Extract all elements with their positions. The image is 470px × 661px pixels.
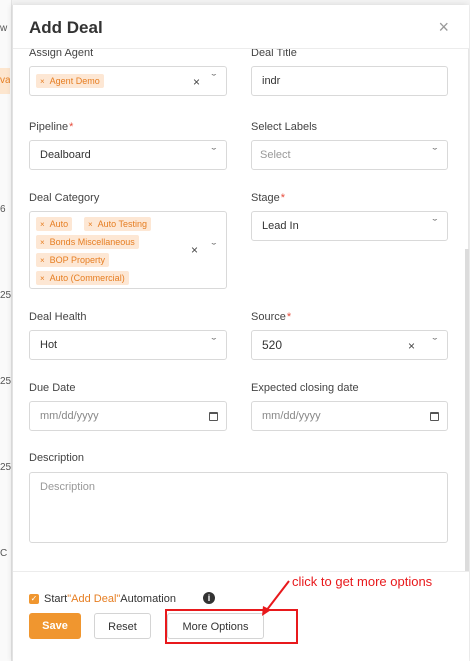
required-marker: * bbox=[286, 311, 292, 323]
remove-tag-icon[interactable]: × bbox=[40, 274, 45, 283]
background-list-strip: w va 6 25 25 25 C bbox=[0, 0, 12, 661]
remove-tag-icon[interactable]: × bbox=[40, 220, 45, 229]
select-labels-placeholder: Select bbox=[260, 149, 291, 161]
automation-highlight: "Add Deal" bbox=[67, 593, 121, 605]
annotation-text: click to get more options bbox=[292, 574, 433, 589]
assign-agent-select[interactable]: × Agent Demo × ˇ bbox=[29, 66, 227, 96]
start-automation-label: Start"Add Deal"Automation bbox=[44, 593, 176, 605]
tag-label: Auto (Commercial) bbox=[49, 273, 125, 283]
automation-suffix: Automation bbox=[120, 593, 176, 605]
pipeline-select[interactable]: Dealboard ˇ bbox=[29, 140, 227, 170]
deal-health-label: Deal Health bbox=[29, 311, 87, 323]
stage-label: Stage* bbox=[251, 192, 285, 204]
required-marker: * bbox=[69, 121, 74, 133]
deal-title-value: indr bbox=[262, 75, 281, 87]
expected-closing-date-placeholder: mm/dd/yyyy bbox=[262, 410, 321, 422]
due-date-label: Due Date bbox=[29, 382, 76, 394]
background-status-fragment: va bbox=[0, 68, 10, 94]
description-label: Description bbox=[29, 452, 85, 464]
modal-header: Add Deal × bbox=[13, 5, 469, 49]
remove-tag-icon[interactable]: × bbox=[40, 238, 45, 247]
clear-icon[interactable]: × bbox=[193, 75, 200, 89]
close-icon[interactable]: × bbox=[438, 18, 449, 36]
description-textarea[interactable]: Description bbox=[29, 472, 448, 543]
start-automation-checkbox[interactable]: ✓ bbox=[29, 594, 39, 604]
tag-bonds-miscellaneous[interactable]: × Bonds Miscellaneous bbox=[36, 235, 139, 249]
stage-select[interactable]: Lead In ˇ bbox=[251, 211, 448, 241]
expected-closing-date-label: Expected closing date bbox=[251, 382, 359, 394]
remove-tag-icon[interactable]: × bbox=[40, 256, 45, 265]
remove-tag-icon[interactable]: × bbox=[88, 220, 93, 229]
source-label-text: Source bbox=[251, 311, 286, 323]
deal-category-label: Deal Category bbox=[29, 192, 100, 204]
expected-closing-date-input[interactable]: mm/dd/yyyy bbox=[251, 401, 448, 431]
pipeline-label: Pipeline* bbox=[29, 121, 73, 133]
due-date-placeholder: mm/dd/yyyy bbox=[40, 410, 99, 422]
chevron-down-icon[interactable]: ˇ bbox=[212, 73, 217, 85]
assign-agent-label: Assign Agent bbox=[29, 49, 94, 59]
background-text-fragment: 25 bbox=[0, 376, 12, 387]
clear-icon[interactable]: × bbox=[191, 243, 198, 257]
due-date-input[interactable]: mm/dd/yyyy bbox=[29, 401, 227, 431]
calendar-icon[interactable] bbox=[430, 412, 439, 421]
description-placeholder: Description bbox=[40, 481, 96, 493]
chevron-down-icon[interactable]: ˇ bbox=[212, 147, 217, 159]
chevron-down-icon[interactable]: ˇ bbox=[433, 147, 438, 159]
select-labels-select[interactable]: Select ˇ bbox=[251, 140, 448, 170]
source-label: Source* bbox=[251, 311, 291, 323]
modal-body[interactable]: Assign Agent × Agent Demo × ˇ Deal Title … bbox=[13, 49, 469, 571]
background-text-fragment: 25 bbox=[0, 290, 12, 301]
add-deal-modal: Add Deal × Assign Agent × Agent Demo × ˇ … bbox=[12, 5, 469, 661]
remove-tag-icon[interactable]: × bbox=[40, 77, 45, 86]
tag-agent-demo[interactable]: × Agent Demo bbox=[36, 74, 104, 88]
reset-button[interactable]: Reset bbox=[94, 613, 151, 639]
more-options-button[interactable]: More Options bbox=[167, 613, 264, 639]
pipeline-value: Dealboard bbox=[40, 149, 91, 161]
source-select[interactable]: 520 × ˇ bbox=[251, 330, 448, 360]
deal-health-select[interactable]: Hot ˇ bbox=[29, 330, 227, 360]
tag-bop-property[interactable]: × BOP Property bbox=[36, 253, 110, 267]
source-value: 520 bbox=[262, 338, 283, 352]
clear-icon[interactable]: × bbox=[408, 339, 415, 353]
stage-value: Lead In bbox=[262, 220, 299, 232]
required-marker: * bbox=[280, 192, 286, 204]
background-text-fragment: 6 bbox=[0, 204, 6, 215]
pipeline-label-text: Pipeline bbox=[29, 121, 69, 133]
select-labels-label: Select Labels bbox=[251, 121, 318, 133]
chevron-down-icon[interactable]: ˇ bbox=[212, 242, 217, 254]
background-text-fragment: 25 bbox=[0, 462, 12, 473]
tag-label: Bonds Miscellaneous bbox=[49, 237, 135, 247]
deal-title-input[interactable]: indr bbox=[251, 66, 448, 96]
calendar-icon[interactable] bbox=[209, 412, 218, 421]
deal-title-label: Deal Title bbox=[251, 49, 297, 59]
background-text-fragment: C bbox=[0, 548, 8, 559]
scrollbar[interactable] bbox=[465, 249, 469, 571]
chevron-down-icon[interactable]: ˇ bbox=[212, 337, 217, 349]
deal-health-value: Hot bbox=[40, 339, 58, 351]
tag-auto-testing[interactable]: × Auto Testing bbox=[84, 217, 152, 231]
info-icon[interactable]: i bbox=[203, 592, 215, 604]
annotation-arrow-icon bbox=[262, 580, 290, 616]
tag-label: Auto Testing bbox=[97, 219, 148, 229]
tag-auto-commercial[interactable]: × Auto (Commercial) bbox=[36, 271, 129, 285]
tag-auto[interactable]: × Auto bbox=[36, 217, 73, 231]
chevron-down-icon[interactable]: ˇ bbox=[433, 337, 438, 349]
deal-category-select[interactable]: × Auto × Auto Testing × Bonds Miscellaneous… bbox=[29, 211, 227, 289]
modal-title: Add Deal bbox=[29, 18, 103, 37]
chevron-down-icon[interactable]: ˇ bbox=[433, 218, 438, 230]
background-text-fragment: w bbox=[0, 23, 8, 34]
tag-label: Auto bbox=[49, 219, 69, 229]
automation-prefix: Start bbox=[44, 593, 68, 605]
tag-label: BOP Property bbox=[49, 255, 106, 265]
stage-label-text: Stage bbox=[251, 192, 280, 204]
tag-label: Agent Demo bbox=[49, 76, 100, 86]
save-button[interactable]: Save bbox=[29, 613, 81, 639]
